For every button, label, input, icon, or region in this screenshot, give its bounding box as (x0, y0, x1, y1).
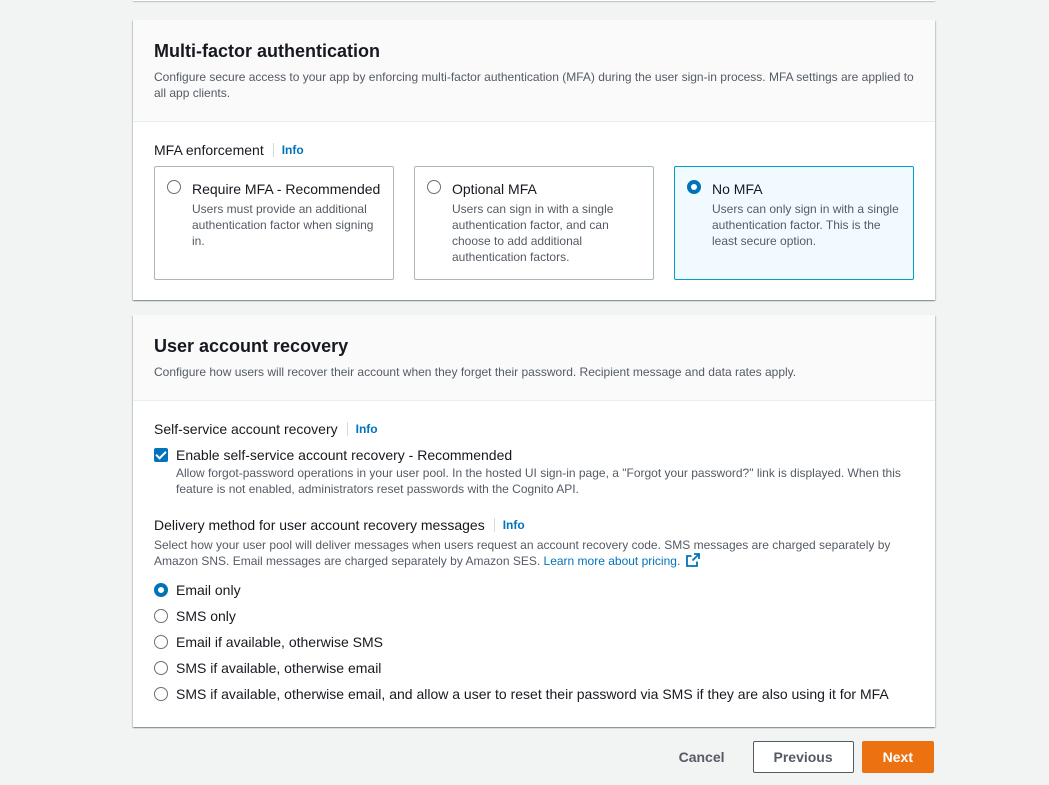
delivery-option-sms-only[interactable]: SMS only (154, 603, 915, 629)
self-service-field: Self-service account recovery Info (154, 419, 915, 439)
account-recovery-card: User account recovery Configure how user… (133, 315, 935, 727)
delivery-option-label: Email only (176, 582, 241, 598)
mfa-description: Configure secure access to your app by e… (154, 70, 914, 100)
mfa-card-body: MFA enforcement Info Require MFA - Recom… (133, 122, 935, 300)
previous-button[interactable]: Previous (752, 741, 854, 773)
radio-button[interactable] (154, 635, 168, 649)
learn-more-pricing-link[interactable]: Learn more about pricing. (544, 554, 681, 568)
mfa-card: Multi-factor authentication Configure se… (133, 20, 935, 300)
radio-button[interactable] (154, 661, 168, 675)
cancel-button[interactable]: Cancel (679, 749, 725, 765)
delivery-option-label: SMS if available, otherwise email, and a… (176, 686, 889, 702)
delivery-info-link[interactable]: Info (493, 518, 525, 532)
delivery-option-email-only[interactable]: Email only (154, 577, 915, 603)
next-button[interactable]: Next (861, 741, 934, 773)
tile-title: Require MFA - Recommended (192, 181, 381, 197)
tile-description: Users can sign in with a single authenti… (452, 202, 614, 264)
radio-button[interactable] (427, 180, 441, 194)
delivery-option-sms-email-mfa[interactable]: SMS if available, otherwise email, and a… (154, 681, 915, 707)
recovery-card-header: User account recovery Configure how user… (133, 315, 935, 401)
recovery-title: User account recovery (154, 336, 349, 356)
tile-title: No MFA (712, 181, 763, 197)
delivery-option-email-otherwise-sms[interactable]: Email if available, otherwise SMS (154, 629, 915, 655)
delivery-method-radio-group: Email only SMS only Email if available, … (154, 577, 915, 707)
radio-button-selected[interactable] (687, 180, 701, 194)
self-service-checkbox-label: Enable self-service account recovery - R… (176, 447, 513, 463)
recovery-card-body: Self-service account recovery Info Enabl… (133, 401, 935, 727)
self-service-checkbox-description: Allow forgot-password operations in your… (176, 466, 901, 496)
mfa-card-header: Multi-factor authentication Configure se… (133, 20, 935, 122)
tile-title: Optional MFA (452, 181, 537, 197)
self-service-checkbox-row[interactable]: Enable self-service account recovery - R… (154, 445, 915, 497)
external-link-icon[interactable] (686, 553, 701, 571)
delivery-option-label: Email if available, otherwise SMS (176, 634, 383, 650)
mfa-enforcement-label: MFA enforcement (154, 142, 264, 158)
mfa-tile-optional[interactable]: Optional MFA Users can sign in with a si… (414, 166, 654, 280)
wizard-footer-actions: Cancel Previous Next (679, 741, 934, 773)
recovery-description: Configure how users will recover their a… (154, 365, 797, 379)
self-service-info-link[interactable]: Info (346, 422, 378, 436)
radio-button[interactable] (154, 687, 168, 701)
self-service-label: Self-service account recovery (154, 421, 338, 437)
previous-section-card-edge (133, 0, 935, 1)
delivery-option-sms-otherwise-email[interactable]: SMS if available, otherwise email (154, 655, 915, 681)
radio-button-selected[interactable] (154, 583, 168, 597)
mfa-tile-none[interactable]: No MFA Users can only sign in with a sin… (674, 166, 914, 280)
delivery-description-text: Select how your user pool will deliver m… (154, 538, 891, 568)
mfa-enforcement-field: MFA enforcement Info (154, 140, 915, 160)
mfa-tile-require[interactable]: Require MFA - Recommended Users must pro… (154, 166, 394, 280)
mfa-title: Multi-factor authentication (154, 41, 380, 61)
mfa-tiles: Require MFA - Recommended Users must pro… (154, 166, 915, 280)
delivery-method-field: Delivery method for user account recover… (154, 515, 915, 535)
tile-description: Users must provide an additional authent… (192, 202, 374, 248)
radio-button[interactable] (167, 180, 181, 194)
mfa-info-link[interactable]: Info (272, 143, 304, 157)
radio-button[interactable] (154, 609, 168, 623)
delivery-method-description: Select how your user pool will deliver m… (154, 537, 915, 571)
tile-description: Users can only sign in with a single aut… (712, 202, 899, 248)
self-service-checkbox[interactable] (154, 448, 168, 462)
delivery-option-label: SMS only (176, 608, 236, 624)
delivery-method-label: Delivery method for user account recover… (154, 517, 485, 533)
delivery-option-label: SMS if available, otherwise email (176, 660, 382, 676)
